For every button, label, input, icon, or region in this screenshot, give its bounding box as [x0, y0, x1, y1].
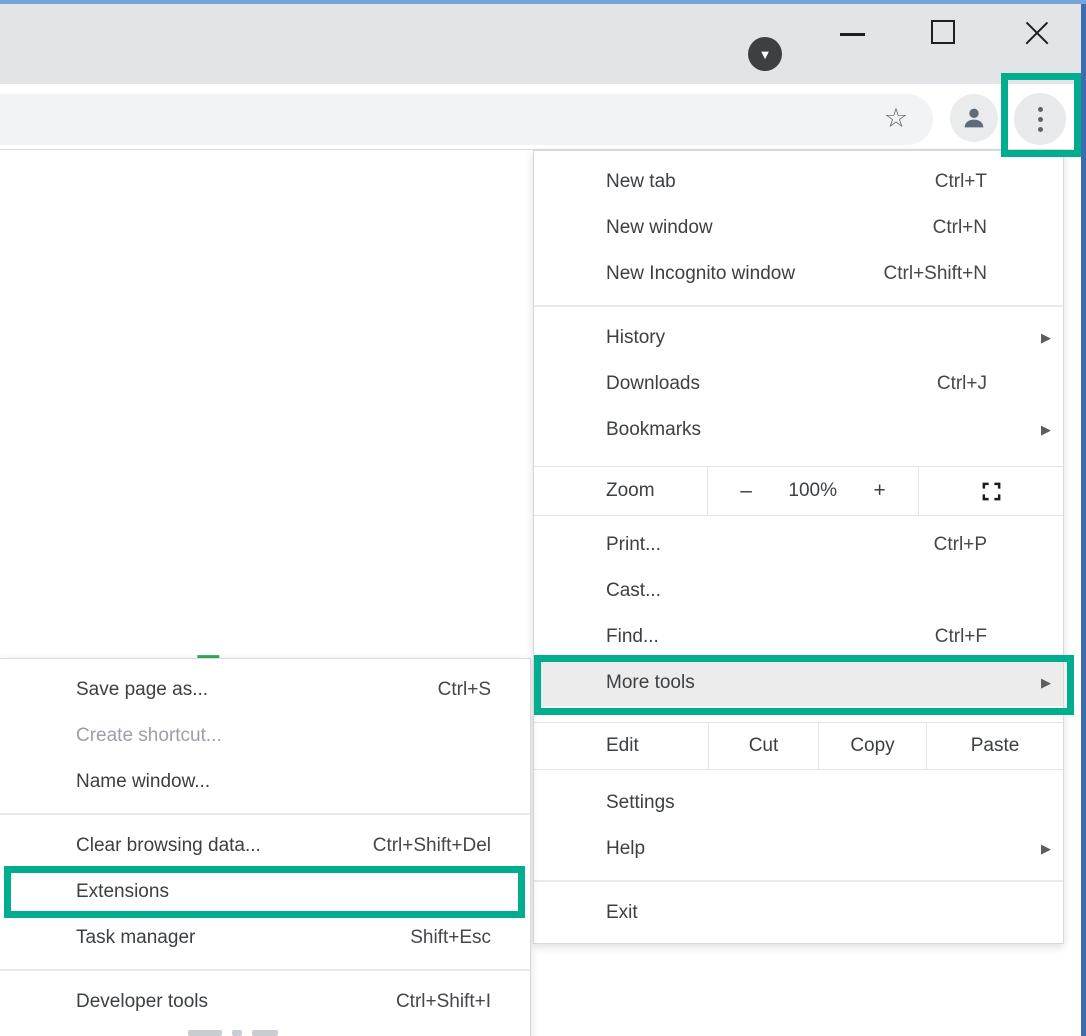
- shortcut-text: Shift+Esc: [410, 927, 491, 949]
- menu-item-name-window[interactable]: Name window...: [0, 759, 530, 805]
- menu-item-history[interactable]: History ▶: [534, 315, 1063, 361]
- menu-item-new-window[interactable]: New window Ctrl+N: [534, 205, 1063, 251]
- fullscreen-icon[interactable]: [980, 480, 1003, 503]
- highlight-box-menu-button: [1001, 73, 1081, 157]
- close-icon[interactable]: [1022, 18, 1052, 48]
- menu-item-label: Cast...: [606, 580, 661, 602]
- address-bar[interactable]: [0, 94, 933, 145]
- menu-divider: [534, 880, 1063, 882]
- menu-item-label: Create shortcut...: [76, 725, 222, 747]
- zoom-level-value: 100%: [788, 480, 837, 502]
- menu-item-clear-browsing-data[interactable]: Clear browsing data... Ctrl+Shift+Del: [0, 823, 530, 869]
- zoom-out-button[interactable]: –: [740, 479, 752, 503]
- menu-item-label: Developer tools: [76, 991, 208, 1013]
- caret-down-icon: ▼: [759, 47, 772, 62]
- menu-item-label: Find...: [606, 626, 659, 648]
- submenu-arrow-icon: ▶: [1041, 841, 1051, 857]
- shortcut-text: Ctrl+Shift+Del: [373, 835, 491, 857]
- menu-item-label: New tab: [606, 171, 676, 193]
- menu-item-find[interactable]: Find... Ctrl+F: [534, 614, 1063, 660]
- highlight-box-more-tools: [534, 655, 1074, 715]
- menu-item-label: History: [606, 327, 665, 349]
- menu-item-label: Print...: [606, 534, 661, 556]
- menu-divider: [534, 305, 1063, 307]
- zoom-in-button[interactable]: +: [873, 479, 885, 503]
- shortcut-text: Ctrl+Shift+I: [396, 991, 491, 1013]
- menu-item-label: Name window...: [76, 771, 210, 793]
- shortcut-text: Ctrl+T: [935, 171, 987, 193]
- menu-item-exit[interactable]: Exit: [534, 890, 1063, 936]
- menu-item-cast[interactable]: Cast...: [534, 568, 1063, 614]
- chrome-main-menu: New tab Ctrl+T New window Ctrl+N New Incogni…: [533, 150, 1064, 944]
- menu-item-print[interactable]: Print... Ctrl+P: [534, 522, 1063, 568]
- shortcut-text: Ctrl+P: [934, 534, 987, 556]
- menu-item-label: Downloads: [606, 373, 700, 395]
- menu-item-developer-tools[interactable]: Developer tools Ctrl+Shift+I: [0, 979, 530, 1025]
- menu-item-label: New Incognito window: [606, 263, 795, 285]
- submenu-arrow-icon: ▶: [1041, 422, 1051, 438]
- submenu-arrow-icon: ▶: [1041, 330, 1051, 346]
- profile-button[interactable]: [950, 94, 998, 142]
- menu-item-settings[interactable]: Settings: [534, 780, 1063, 826]
- menu-item-label: Save page as...: [76, 679, 208, 701]
- menu-item-save-page-as[interactable]: Save page as... Ctrl+S: [0, 667, 530, 713]
- menu-divider: [0, 813, 530, 815]
- menu-item-bookmarks[interactable]: Bookmarks ▶: [534, 407, 1063, 453]
- menu-item-label: Help: [606, 838, 645, 860]
- shortcut-text: Ctrl+Shift+N: [884, 263, 987, 285]
- menu-item-downloads[interactable]: Downloads Ctrl+J: [534, 361, 1063, 407]
- menu-item-create-shortcut: Create shortcut...: [0, 713, 530, 759]
- minimize-icon[interactable]: [840, 33, 865, 36]
- shortcut-text: Ctrl+J: [937, 373, 987, 395]
- zoom-label: Zoom: [606, 480, 655, 502]
- browser-toolbar: ☆: [0, 84, 1086, 150]
- shortcut-text: Ctrl+N: [933, 217, 987, 239]
- menu-divider: [0, 969, 530, 971]
- more-tools-submenu: Save page as... Ctrl+S Create shortcut... N…: [0, 658, 531, 1036]
- caret-down-button[interactable]: ▼: [748, 37, 782, 71]
- menu-item-label: Exit: [606, 902, 638, 924]
- menu-item-label: Clear browsing data...: [76, 835, 261, 857]
- shortcut-text: Ctrl+S: [438, 679, 491, 701]
- menu-item-label: New window: [606, 217, 713, 239]
- menu-item-help[interactable]: Help ▶: [534, 826, 1063, 872]
- menu-item-task-manager[interactable]: Task manager Shift+Esc: [0, 915, 530, 961]
- clipped-text-fragment: [188, 1030, 278, 1036]
- menu-item-label: Task manager: [76, 927, 195, 949]
- highlight-box-extensions: [4, 866, 525, 918]
- menu-item-new-tab[interactable]: New tab Ctrl+T: [534, 159, 1063, 205]
- menu-item-label: Bookmarks: [606, 419, 701, 441]
- person-icon: [960, 104, 988, 132]
- cut-button[interactable]: Cut: [708, 723, 818, 769]
- paste-button[interactable]: Paste: [926, 723, 1063, 769]
- edit-row: EditCutCopyPaste: [534, 722, 1063, 770]
- menu-item-label: Settings: [606, 792, 675, 814]
- menu-item-new-incognito-window[interactable]: New Incognito window Ctrl+Shift+N: [534, 251, 1063, 297]
- shortcut-text: Ctrl+F: [935, 626, 987, 648]
- zoom-row: Zoom – 100% +: [534, 466, 1063, 516]
- browser-window: ▼ ☆ oogle New tabCtrl+TNew windowCtrl+NN…: [0, 0, 1086, 1036]
- edit-label: Edit: [534, 723, 708, 769]
- copy-button[interactable]: Copy: [818, 723, 926, 769]
- bookmark-star-icon[interactable]: ☆: [878, 100, 914, 136]
- maximize-icon[interactable]: [931, 20, 955, 44]
- title-bar: ▼: [0, 4, 1086, 84]
- window-right-border: [1081, 4, 1086, 1036]
